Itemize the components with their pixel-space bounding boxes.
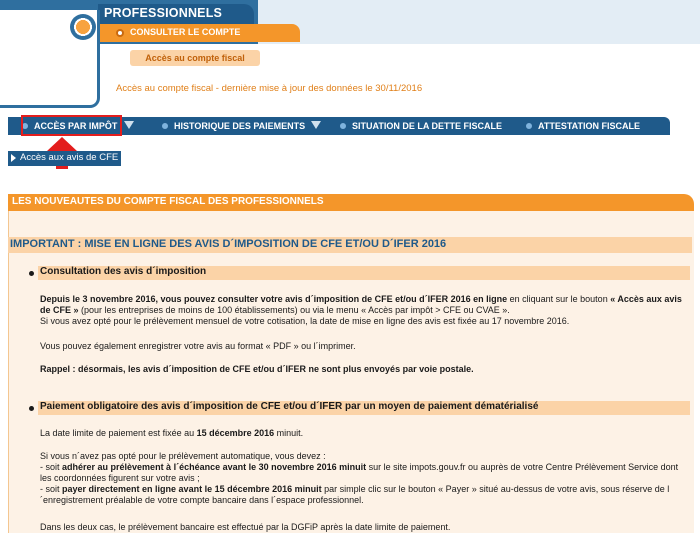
- section2-paragraph-1: La date limite de paiement est fixée au …: [40, 428, 690, 439]
- logo-circle-icon: [70, 14, 96, 40]
- news-header-title: LES NOUVEAUTES DU COMPTE FISCAL DES PROF…: [12, 196, 324, 207]
- text: La date limite de paiement est fixée au: [40, 428, 197, 438]
- news-header: LES NOUVEAUTES DU COMPTE FISCAL DES PROF…: [8, 194, 694, 211]
- text: en cliquant sur le bouton: [507, 294, 611, 304]
- bullet-icon: [162, 122, 168, 129]
- important-bar: IMPORTANT : MISE EN LIGNE DES AVIS D´IMP…: [8, 237, 692, 253]
- bullet-icon: [526, 122, 532, 129]
- tab-consulter-le-compte[interactable]: CONSULTER LE COMPTE: [100, 24, 300, 42]
- bullet-icon: [116, 29, 124, 37]
- tab-consulter-label: CONSULTER LE COMPTE: [130, 27, 241, 37]
- arrow-right-icon: [11, 154, 16, 162]
- section-paiement-bar: Paiement obligatoire des avis d´impositi…: [38, 401, 690, 415]
- section2-paragraph-3: Dans les deux cas, le prélèvement bancai…: [40, 522, 451, 532]
- subtab-acces-compte-fiscal[interactable]: Accès au compte fiscal: [130, 50, 260, 66]
- section1-paragraph-2: Vous pouvez également enregistrer votre …: [40, 341, 356, 351]
- nav-item-label: HISTORIQUE DES PAIEMENTS: [174, 121, 306, 131]
- logo-panel: [0, 10, 100, 108]
- bullet-icon: [29, 406, 34, 411]
- section-consultation-bar: Consultation des avis d´imposition: [38, 266, 690, 280]
- bullet-icon: [29, 271, 34, 276]
- nav-item-attestation-fiscale[interactable]: ATTESTATION FISCALE: [526, 117, 640, 135]
- text: (pour les entreprises de moins de 100 ét…: [78, 305, 510, 315]
- cfe-button-label: Accès aux avis de CFE: [20, 152, 119, 163]
- acces-avis-cfe-button[interactable]: Accès aux avis de CFE: [8, 151, 121, 166]
- text-bold: 15 décembre 2016: [196, 428, 275, 438]
- important-title: IMPORTANT : MISE EN LIGNE DES AVIS D´IMP…: [10, 238, 447, 250]
- text-bold: Depuis le 3 novembre 2016, vous pouvez c…: [40, 294, 508, 304]
- text: minuit.: [274, 428, 304, 438]
- section-consultation-title: Consultation des avis d´imposition: [40, 266, 207, 277]
- text-bold: adhérer au prélèvement à l´échéance avan…: [62, 462, 367, 472]
- section1-paragraph-1: Depuis le 3 novembre 2016, vous pouvez c…: [40, 294, 690, 327]
- header-band-light: [258, 0, 700, 44]
- text-bold: Rappel : désormais, les avis d´impositio…: [40, 364, 474, 374]
- section1-rappel: Rappel : désormais, les avis d´impositio…: [40, 364, 690, 375]
- nav-item-label: ATTESTATION FISCALE: [538, 121, 640, 131]
- chevron-down-icon[interactable]: [124, 121, 134, 129]
- nav-item-situation-dette-fiscale[interactable]: SITUATION DE LA DETTE FISCALE: [340, 117, 502, 135]
- bullet-icon: [340, 122, 346, 129]
- section-paiement-title: Paiement obligatoire des avis d´impositi…: [40, 401, 539, 412]
- site-title: PROFESSIONNELS: [104, 6, 223, 20]
- text: Si vous avez opté pour le prélèvement me…: [40, 316, 570, 326]
- highlight-box: [21, 115, 122, 136]
- text: Si vous n´avez pas opté pour le prélèvem…: [40, 451, 326, 461]
- update-info: Accès au compte fiscal - dernière mise à…: [116, 83, 423, 94]
- text: - soit: [40, 462, 63, 472]
- subtab-label: Accès au compte fiscal: [145, 53, 245, 63]
- nav-item-label: SITUATION DE LA DETTE FISCALE: [352, 121, 502, 131]
- nav-item-historique-paiements[interactable]: HISTORIQUE DES PAIEMENTS: [162, 117, 305, 135]
- text: - soit: [40, 484, 63, 494]
- chevron-down-icon[interactable]: [311, 121, 321, 129]
- text-bold: payer directement en ligne avant le 15 d…: [62, 484, 322, 494]
- section2-paragraph-2: Si vous n´avez pas opté pour le prélèvem…: [40, 451, 690, 506]
